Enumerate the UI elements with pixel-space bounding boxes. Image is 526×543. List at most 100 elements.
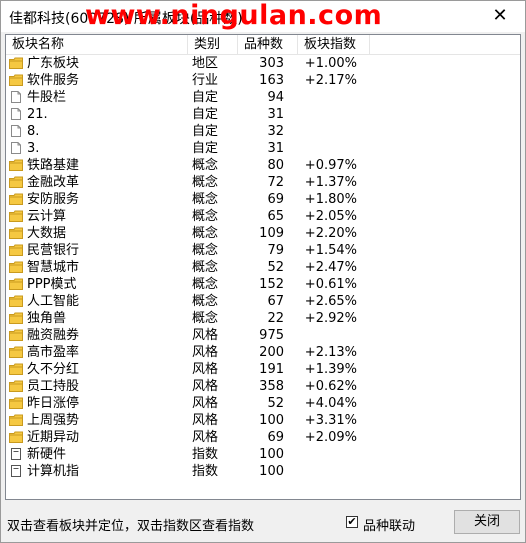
- sector-count: 79: [267, 243, 284, 258]
- list-item[interactable]: 21. 自定 31: [6, 106, 520, 123]
- column-header-name[interactable]: 板块名称: [6, 35, 188, 54]
- sector-index[interactable]: +2.17%: [302, 72, 357, 89]
- list-item[interactable]: 上周强势 风格 100 +3.31%: [6, 412, 520, 429]
- sector-name: 新硬件: [27, 447, 67, 462]
- sector-count: 80: [267, 158, 284, 173]
- page-icon: [9, 142, 23, 154]
- folder-icon: [9, 363, 23, 375]
- sector-count: 975: [259, 328, 284, 343]
- column-header-type[interactable]: 类别: [188, 35, 238, 54]
- sector-type: 风格: [192, 430, 219, 445]
- list-item[interactable]: 融资融券 风格 975: [6, 327, 520, 344]
- sector-count: 303: [259, 56, 284, 71]
- column-header-count[interactable]: 品种数: [238, 35, 298, 54]
- list-item[interactable]: 高市盈率 风格 200 +2.13%: [6, 344, 520, 361]
- list-item[interactable]: 广东板块 地区 303 +1.00%: [6, 55, 520, 72]
- close-button[interactable]: 关闭: [454, 510, 520, 534]
- list-item[interactable]: 独角兽 概念 22 +2.92%: [6, 310, 520, 327]
- list-item[interactable]: 久不分红 风格 191 +1.39%: [6, 361, 520, 378]
- page-icon: [9, 91, 23, 103]
- list-item[interactable]: 智慧城市 概念 52 +2.47%: [6, 259, 520, 276]
- sector-name: 安防服务: [27, 192, 80, 207]
- list-item[interactable]: 新硬件 指数 100: [6, 446, 520, 463]
- sector-dialog: 佳都科技(600728) 所属板块(品种数) www.ningulan.com …: [0, 0, 526, 543]
- title-bar[interactable]: 佳都科技(600728) 所属板块(品种数) www.ningulan.com …: [1, 0, 525, 32]
- folder-icon: [9, 57, 23, 69]
- sector-index[interactable]: +2.65%: [302, 293, 357, 310]
- sector-name: 牛股栏: [27, 90, 67, 105]
- sector-index[interactable]: +2.20%: [302, 225, 357, 242]
- folder-icon: [9, 346, 23, 358]
- sector-name: 智慧城市: [27, 260, 80, 275]
- sector-list[interactable]: 板块名称 类别 品种数 板块指数 广东板块 地区 303 +1.00% 软件服务 行业 16…: [5, 34, 521, 500]
- sector-name: 高市盈率: [27, 345, 80, 360]
- sector-count: 100: [259, 464, 284, 479]
- sector-type: 风格: [192, 345, 219, 360]
- list-item[interactable]: 计算机指 指数 100: [6, 463, 520, 480]
- sector-index[interactable]: +0.61%: [302, 276, 357, 293]
- sector-count: 22: [267, 311, 284, 326]
- doc-icon: [9, 448, 23, 460]
- page-icon: [9, 125, 23, 137]
- sector-name: 计算机指: [27, 464, 80, 479]
- folder-icon: [9, 414, 23, 426]
- sector-type: 概念: [192, 311, 219, 326]
- sector-index[interactable]: +1.80%: [302, 191, 357, 208]
- column-header-index[interactable]: 板块指数: [298, 35, 370, 54]
- sector-name: 人工智能: [27, 294, 80, 309]
- sector-type: 自定: [192, 141, 219, 156]
- sector-type: 概念: [192, 158, 219, 173]
- folder-icon: [9, 227, 23, 239]
- list-item[interactable]: 金融改革 概念 72 +1.37%: [6, 174, 520, 191]
- sector-index[interactable]: +2.92%: [302, 310, 357, 327]
- sector-type: 指数: [192, 464, 219, 479]
- list-item[interactable]: 近期异动 风格 69 +2.09%: [6, 429, 520, 446]
- status-bar: 双击查看板块并定位，双击指数区查看指数 ✔ 品种联动 关闭: [1, 501, 525, 542]
- list-item[interactable]: 昨日涨停 风格 52 +4.04%: [6, 395, 520, 412]
- sector-index[interactable]: +0.62%: [302, 378, 357, 395]
- sector-count: 32: [267, 124, 284, 139]
- close-icon[interactable]: ✕: [489, 5, 511, 27]
- sector-index[interactable]: +1.37%: [302, 174, 357, 191]
- folder-icon: [9, 244, 23, 256]
- sector-type: 风格: [192, 379, 219, 394]
- sector-count: 69: [267, 430, 284, 445]
- sector-name: 8.: [27, 124, 40, 139]
- sector-name: 久不分红: [27, 362, 80, 377]
- sector-name: 广东板块: [27, 56, 80, 71]
- sector-index[interactable]: +1.00%: [302, 55, 357, 72]
- sector-index[interactable]: +4.04%: [302, 395, 357, 412]
- list-item[interactable]: 民营银行 概念 79 +1.54%: [6, 242, 520, 259]
- list-item[interactable]: 云计算 概念 65 +2.05%: [6, 208, 520, 225]
- sector-index[interactable]: +0.97%: [302, 157, 357, 174]
- list-item[interactable]: 人工智能 概念 67 +2.65%: [6, 293, 520, 310]
- sector-name: PPP模式: [27, 277, 77, 292]
- sector-index[interactable]: +1.54%: [302, 242, 357, 259]
- sector-type: 指数: [192, 447, 219, 462]
- sector-type: 概念: [192, 243, 219, 258]
- list-item[interactable]: 牛股栏 自定 94: [6, 89, 520, 106]
- sector-count: 200: [259, 345, 284, 360]
- sector-index[interactable]: +1.39%: [302, 361, 357, 378]
- sector-name: 铁路基建: [27, 158, 80, 173]
- sector-index[interactable]: +3.31%: [302, 412, 357, 429]
- list-item[interactable]: 3. 自定 31: [6, 140, 520, 157]
- list-item[interactable]: 铁路基建 概念 80 +0.97%: [6, 157, 520, 174]
- folder-icon: [9, 312, 23, 324]
- sector-count: 52: [267, 260, 284, 275]
- folder-icon: [9, 193, 23, 205]
- sector-type: 自定: [192, 90, 219, 105]
- list-item[interactable]: 大数据 概念 109 +2.20%: [6, 225, 520, 242]
- folder-icon: [9, 74, 23, 86]
- list-item[interactable]: 8. 自定 32: [6, 123, 520, 140]
- sector-index[interactable]: +2.09%: [302, 429, 357, 446]
- sector-index[interactable]: +2.13%: [302, 344, 357, 361]
- list-item[interactable]: 员工持股 风格 358 +0.62%: [6, 378, 520, 395]
- list-item[interactable]: 安防服务 概念 69 +1.80%: [6, 191, 520, 208]
- sector-index[interactable]: +2.47%: [302, 259, 357, 276]
- list-item[interactable]: PPP模式 概念 152 +0.61%: [6, 276, 520, 293]
- sync-checkbox[interactable]: ✔: [346, 516, 358, 528]
- sector-index[interactable]: +2.05%: [302, 208, 357, 225]
- sync-checkbox-label[interactable]: 品种联动: [363, 515, 415, 534]
- list-item[interactable]: 软件服务 行业 163 +2.17%: [6, 72, 520, 89]
